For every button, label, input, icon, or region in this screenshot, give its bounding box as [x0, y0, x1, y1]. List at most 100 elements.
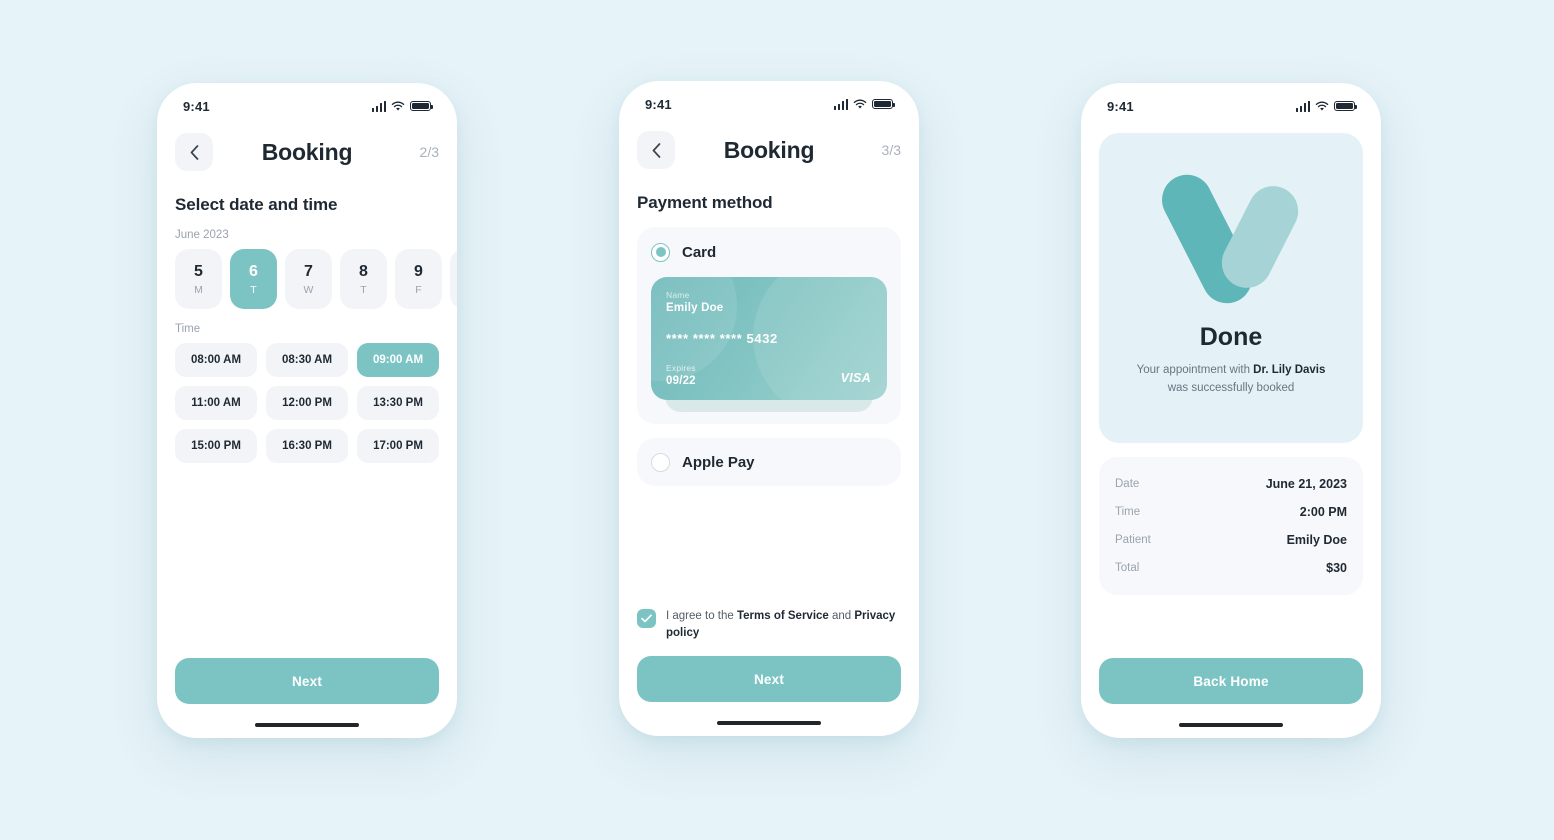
- date-chip-dow: T: [360, 283, 367, 296]
- status-bar-icons: [833, 98, 896, 110]
- terms-of-service-link[interactable]: Terms of Service: [737, 610, 829, 622]
- payment-screen-content: Payment method Card Name Emily Doe **** …: [619, 181, 919, 656]
- chevron-left-icon: [652, 142, 660, 158]
- phone-screen-payment: 9:41 Booking 3/3 Payment method Card Nam…: [619, 81, 919, 736]
- chevron-left-icon: [190, 144, 198, 160]
- status-bar: 9:41: [157, 83, 457, 121]
- cellular-signal-icon: [1295, 100, 1310, 112]
- time-slot-selected[interactable]: 09:00 AM: [357, 343, 439, 377]
- back-button[interactable]: [175, 133, 213, 171]
- radio-button-card-selected[interactable]: [651, 242, 670, 262]
- cellular-signal-icon: [833, 98, 848, 110]
- screenshot-canvas: 9:41 Booking 2/3 Select date and time Ju…: [0, 0, 1554, 840]
- battery-icon: [872, 98, 896, 110]
- wifi-icon: [391, 101, 405, 111]
- time-slot[interactable]: 11:00 AM: [175, 386, 257, 420]
- terms-agreement: I agree to the Terms of Service and Priv…: [637, 608, 901, 643]
- time-slot[interactable]: 08:00 AM: [175, 343, 257, 377]
- status-bar-icons: [1295, 100, 1358, 112]
- time-slot[interactable]: 17:00 PM: [357, 429, 439, 463]
- date-chip-day: 7: [304, 262, 313, 280]
- home-indicator: [157, 712, 457, 738]
- back-button[interactable]: [637, 131, 675, 169]
- check-icon: [641, 613, 652, 622]
- credit-card-visual: Name Emily Doe **** **** **** 5432 Expir…: [651, 277, 887, 412]
- navigation-bar: Booking 3/3: [619, 119, 919, 181]
- summary-row: Time 2:00 PM: [1115, 498, 1347, 526]
- terms-text: I agree to the Terms of Service and Priv…: [666, 608, 901, 643]
- summary-key: Date: [1115, 478, 1140, 490]
- payment-option-card[interactable]: Card Name Emily Doe **** **** **** 5432 …: [637, 227, 901, 424]
- summary-row: Patient Emily Doe: [1115, 526, 1347, 554]
- summary-key: Time: [1115, 506, 1141, 518]
- status-bar-icons: [371, 100, 434, 112]
- radio-button-apple-pay[interactable]: [651, 452, 670, 472]
- date-chip-dow: F: [415, 283, 422, 296]
- done-title: Done: [1199, 322, 1263, 351]
- doctor-name: Dr. Lily Davis: [1253, 363, 1326, 376]
- summary-row: Total $30: [1115, 554, 1347, 582]
- card-expires-label: Expires: [666, 363, 696, 373]
- summary-row: Date June 21, 2023: [1115, 470, 1347, 498]
- time-slot[interactable]: 16:30 PM: [266, 429, 348, 463]
- date-chip[interactable]: 9 F: [395, 249, 442, 309]
- date-chip-day: 6: [249, 262, 258, 280]
- time-slot[interactable]: 12:00 PM: [266, 386, 348, 420]
- date-chip-dow: W: [303, 283, 314, 296]
- status-bar-time: 9:41: [645, 96, 672, 112]
- navigation-bar: Booking 2/3: [157, 121, 457, 183]
- date-chip[interactable]: 8 T: [340, 249, 387, 309]
- footer: Next: [157, 658, 457, 712]
- date-chip-day: 8: [359, 262, 368, 280]
- wifi-icon: [1315, 101, 1329, 111]
- date-chip-day: 5: [194, 262, 203, 280]
- phone-screen-done: 9:41 Done Your appointment with Dr. Lily…: [1081, 83, 1381, 738]
- summary-value: $30: [1326, 561, 1347, 575]
- step-indicator: 2/3: [419, 144, 439, 160]
- date-chip[interactable]: 5 M: [175, 249, 222, 309]
- wifi-icon: [853, 99, 867, 109]
- time-slot[interactable]: 13:30 PM: [357, 386, 439, 420]
- date-chip-selected[interactable]: 6 T: [230, 249, 277, 309]
- booking-summary: Date June 21, 2023 Time 2:00 PM Patient …: [1099, 457, 1363, 595]
- card-number: **** **** **** 5432: [666, 331, 778, 346]
- footer: Next: [619, 656, 919, 710]
- summary-value: June 21, 2023: [1265, 477, 1347, 491]
- time-slot[interactable]: 15:00 PM: [175, 429, 257, 463]
- credit-card[interactable]: Name Emily Doe **** **** **** 5432 Expir…: [651, 277, 887, 400]
- phone-screen-select-date: 9:41 Booking 2/3 Select date and time Ju…: [157, 83, 457, 738]
- status-bar-time: 9:41: [183, 98, 210, 114]
- terms-checkbox-checked[interactable]: [637, 608, 656, 628]
- card-option-row[interactable]: Card: [651, 239, 887, 265]
- apple-pay-label: Apple Pay: [682, 453, 755, 471]
- date-chip-day: 9: [414, 262, 423, 280]
- date-chip-dow: T: [250, 283, 257, 296]
- visa-logo: VISA: [840, 371, 871, 385]
- section-heading: Select date and time: [175, 195, 338, 214]
- summary-value: Emily Doe: [1286, 533, 1347, 547]
- terms-prefix: I agree to the: [666, 609, 737, 622]
- time-slot[interactable]: 08:30 AM: [266, 343, 348, 377]
- date-chip[interactable]: 7 W: [285, 249, 332, 309]
- date-chip-overflow[interactable]: [450, 249, 457, 309]
- back-home-button[interactable]: Back Home: [1099, 658, 1363, 704]
- success-panel: Done Your appointment with Dr. Lily Davi…: [1099, 133, 1363, 443]
- terms-middle: and: [828, 609, 855, 622]
- time-slot-grid[interactable]: 08:00 AM 08:30 AM 09:00 AM 11:00 AM 12:0…: [175, 343, 439, 463]
- summary-key: Total: [1115, 562, 1140, 574]
- payment-option-apple-pay[interactable]: Apple Pay: [637, 438, 901, 486]
- month-label: June 2023: [175, 229, 229, 241]
- status-bar-time: 9:41: [1107, 98, 1134, 114]
- done-message-suffix: was successfully booked: [1167, 381, 1295, 394]
- battery-icon: [1334, 100, 1358, 112]
- summary-key: Patient: [1115, 534, 1151, 546]
- card-expiry-block: Expires 09/22: [666, 363, 696, 387]
- summary-value: 2:00 PM: [1299, 505, 1347, 519]
- done-message-prefix: Your appointment with: [1136, 363, 1254, 376]
- home-indicator: [1081, 712, 1381, 738]
- next-button[interactable]: Next: [637, 656, 901, 702]
- next-button[interactable]: Next: [175, 658, 439, 704]
- date-strip[interactable]: 5 M 6 T 7 W 8 T 9 F: [175, 249, 457, 309]
- card-option-label: Card: [682, 243, 717, 261]
- time-label: Time: [175, 323, 201, 335]
